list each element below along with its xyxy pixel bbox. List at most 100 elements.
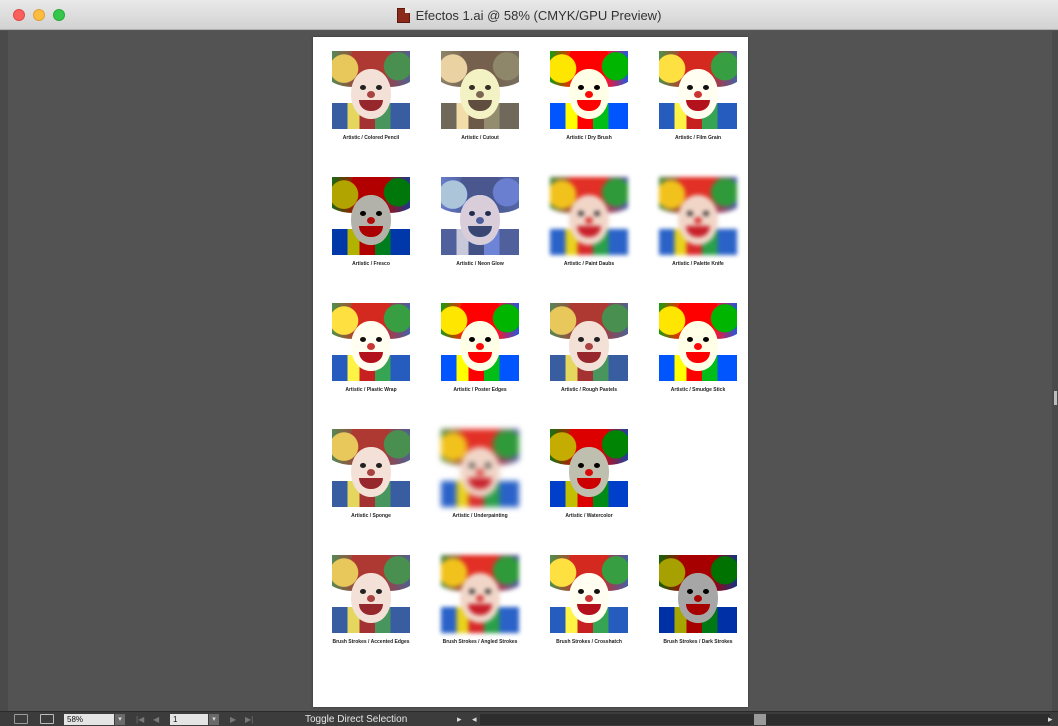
scroll-left-icon[interactable]: ◂ (472, 714, 477, 725)
last-artboard-icon[interactable]: ▶| (245, 714, 253, 725)
face (351, 321, 391, 371)
nose (694, 91, 702, 98)
artboard[interactable]: Artistic / Colored Pencil Artistic / Cuto… (313, 37, 748, 707)
effect-thumbnail[interactable]: Artistic / Cutout (425, 51, 535, 141)
nose (585, 91, 593, 98)
status-menu-arrow-icon[interactable]: ▸ (457, 714, 462, 725)
mouth (468, 100, 492, 111)
effect-caption: Artistic / Smudge Stick (670, 387, 726, 393)
mouth (686, 604, 710, 615)
effect-thumbnail[interactable]: Artistic / Dry Brush (534, 51, 644, 141)
effect-caption: Brush Strokes / Accented Edges (332, 639, 410, 645)
face (569, 69, 609, 119)
eye (594, 85, 600, 90)
face (351, 69, 391, 119)
eye (687, 211, 693, 216)
mouth (359, 352, 383, 363)
effect-thumbnail[interactable]: Artistic / Fresco (316, 177, 426, 267)
effect-caption: Artistic / Paint Daubs (563, 261, 615, 267)
horizontal-scroll-thumb[interactable] (754, 714, 766, 725)
face (569, 573, 609, 623)
effect-thumbnail[interactable]: Artistic / Poster Edges (425, 303, 535, 393)
eye (594, 337, 600, 342)
clown-portrait-image (659, 303, 737, 381)
effect-thumbnail[interactable]: Brush Strokes / Angled Strokes (425, 555, 535, 645)
eye (469, 589, 475, 594)
artboard-number-field[interactable]: 1 (170, 714, 208, 725)
first-artboard-icon[interactable]: |◀ (136, 714, 144, 725)
clown-portrait-image (332, 177, 410, 255)
eye (376, 337, 382, 342)
mouth (468, 478, 492, 489)
effect-thumbnail[interactable]: Artistic / Film Grain (643, 51, 753, 141)
clown-portrait-image (550, 555, 628, 633)
nose (585, 469, 593, 476)
nose (476, 217, 484, 224)
clown-portrait-image (441, 51, 519, 129)
mouth (577, 352, 601, 363)
previous-artboard-icon[interactable]: ◀ (153, 714, 159, 725)
effect-thumbnail[interactable]: Artistic / Sponge (316, 429, 426, 519)
nose (476, 343, 484, 350)
mouth (686, 352, 710, 363)
eye (578, 211, 584, 216)
horizontal-scrollbar[interactable] (480, 714, 1050, 725)
effect-caption: Artistic / Cutout (461, 135, 499, 141)
effect-thumbnail[interactable]: Brush Strokes / Crosshatch (534, 555, 644, 645)
vertical-scrollbar[interactable] (1052, 31, 1058, 711)
effect-caption: Artistic / Plastic Wrap (345, 387, 397, 393)
window-title: Efectos 1.ai @ 58% (CMYK/GPU Preview) (415, 7, 662, 23)
effect-thumbnail[interactable]: Artistic / Paint Daubs (534, 177, 644, 267)
artboard-dropdown-chevron-icon[interactable]: ▾ (209, 714, 219, 725)
nose (367, 91, 375, 98)
mouth (468, 226, 492, 237)
next-artboard-icon[interactable]: ▶ (230, 714, 236, 725)
effect-thumbnail[interactable]: Artistic / Underpainting (425, 429, 535, 519)
clown-portrait-image (550, 429, 628, 507)
nose (367, 469, 375, 476)
effect-caption: Artistic / Dry Brush (566, 135, 612, 141)
eye (469, 211, 475, 216)
clown-portrait-image (441, 177, 519, 255)
eye (376, 589, 382, 594)
effect-thumbnail[interactable]: Artistic / Rough Pastels (534, 303, 644, 393)
effect-thumbnail[interactable]: Brush Strokes / Accented Edges (316, 555, 426, 645)
effect-thumbnail[interactable]: Artistic / Neon Glow (425, 177, 535, 267)
nose (694, 343, 702, 350)
nose (367, 595, 375, 602)
zoom-dropdown-chevron-icon[interactable]: ▾ (115, 714, 125, 725)
eye (703, 337, 709, 342)
status-text: Toggle Direct Selection (305, 714, 408, 725)
mouth (468, 352, 492, 363)
share-icon[interactable] (40, 714, 54, 724)
eye (360, 337, 366, 342)
face (460, 321, 500, 371)
eye (703, 211, 709, 216)
effect-thumbnail[interactable]: Artistic / Palette Knife (643, 177, 753, 267)
effect-thumbnail[interactable]: Artistic / Watercolor (534, 429, 644, 519)
clown-portrait-image (659, 51, 737, 129)
effect-thumbnail[interactable]: Artistic / Colored Pencil (316, 51, 426, 141)
eye (578, 589, 584, 594)
eye (376, 463, 382, 468)
face (460, 447, 500, 497)
vertical-scroll-thumb[interactable] (1054, 391, 1057, 405)
face (678, 69, 718, 119)
artboard-nav-icon[interactable] (14, 714, 28, 724)
effect-thumbnail[interactable]: Artistic / Plastic Wrap (316, 303, 426, 393)
mouth (359, 100, 383, 111)
effect-thumbnail[interactable]: Artistic / Smudge Stick (643, 303, 753, 393)
zoom-field[interactable]: 58% (64, 714, 114, 725)
mouth (686, 226, 710, 237)
eye (360, 211, 366, 216)
eye (594, 463, 600, 468)
eye (376, 85, 382, 90)
eye (360, 85, 366, 90)
nose (585, 595, 593, 602)
eye (594, 211, 600, 216)
effect-caption: Artistic / Rough Pastels (560, 387, 618, 393)
face (569, 195, 609, 245)
effect-thumbnail[interactable]: Brush Strokes / Dark Strokes (643, 555, 753, 645)
nose (694, 217, 702, 224)
scroll-right-icon[interactable]: ▸ (1048, 714, 1053, 725)
